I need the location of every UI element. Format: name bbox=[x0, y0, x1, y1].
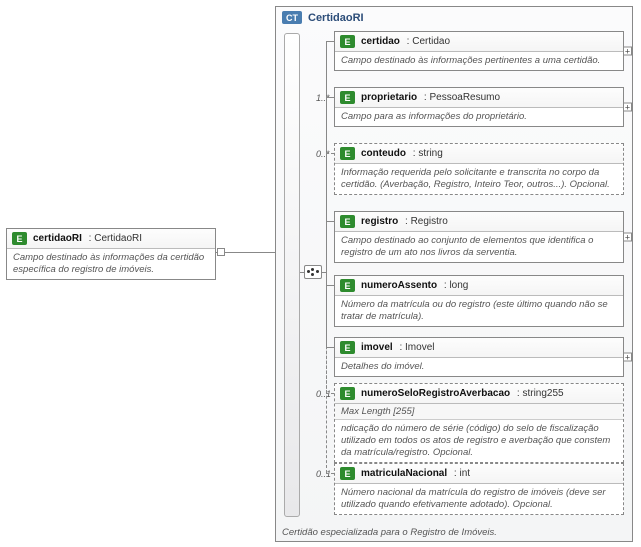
element-name: matriculaNacional bbox=[361, 468, 447, 479]
child-element: EmatriculaNacional : int Número nacional … bbox=[334, 463, 624, 515]
complex-type-box: CT CertidaoRI Ecertidao : Certidao Campo … bbox=[275, 6, 633, 542]
element-name: numeroAssento bbox=[361, 280, 437, 291]
multiplicity-label: 0..1 bbox=[316, 389, 331, 399]
child-element: EnumeroAssento : long Número da matrícula… bbox=[334, 275, 624, 327]
expand-icon[interactable]: + bbox=[623, 232, 632, 241]
expand-icon[interactable]: + bbox=[623, 46, 632, 55]
element-type: : int bbox=[451, 468, 470, 479]
element-type: : Registro bbox=[402, 216, 448, 227]
expand-icon[interactable] bbox=[217, 248, 225, 256]
element-name: registro bbox=[361, 216, 398, 227]
element-icon: E bbox=[340, 279, 355, 292]
element-desc: Detalhes do imóvel. bbox=[335, 358, 623, 376]
element-icon: E bbox=[12, 232, 27, 245]
root-type: : CertidaoRI bbox=[86, 233, 142, 244]
root-element: E certidaoRI : CertidaoRI Campo destinad… bbox=[6, 228, 216, 280]
element-type: : Certidao bbox=[404, 36, 450, 47]
element-name: conteudo bbox=[361, 148, 406, 159]
element-name: proprietario bbox=[361, 92, 417, 103]
element-name: certidao bbox=[361, 36, 400, 47]
element-name: imovel bbox=[361, 342, 393, 353]
constraint-row: Max Length [255] bbox=[335, 404, 623, 420]
multiplicity-label: 0..* bbox=[316, 149, 330, 159]
child-element: Eimovel : ImovelDetalhes do imóvel.+ bbox=[334, 337, 624, 377]
element-desc: Informação requerida pelo solicitante e … bbox=[335, 164, 623, 194]
element-icon: E bbox=[340, 387, 355, 400]
element-type: : string255 bbox=[514, 388, 563, 399]
complex-type-footer: Certidão especializada para o Registro d… bbox=[282, 527, 626, 538]
element-icon: E bbox=[340, 341, 355, 354]
root-name: certidaoRI bbox=[33, 233, 82, 244]
element-desc: Número da matrícula ou do registro (este… bbox=[335, 296, 623, 326]
root-desc: Campo destinado às informações da certid… bbox=[7, 249, 215, 279]
element-type: : long bbox=[441, 280, 468, 291]
child-element: Eproprietario : PessoaResumo Campo para a… bbox=[334, 87, 624, 127]
element-type: : string bbox=[410, 148, 443, 159]
sequence-bar bbox=[284, 33, 300, 517]
element-desc: Campo destinado às informações pertinent… bbox=[335, 52, 623, 70]
element-type: : PessoaResumo bbox=[421, 92, 500, 103]
child-element: Ecertidao : Certidao Campo destinado às i… bbox=[334, 31, 624, 71]
element-icon: E bbox=[340, 467, 355, 480]
element-name: numeroSeloRegistroAverbacao bbox=[361, 388, 510, 399]
expand-icon[interactable]: + bbox=[623, 102, 632, 111]
child-element: Eregistro : Registro Campo destinado ao c… bbox=[334, 211, 624, 263]
child-element: Econteudo : string Informação requerida p… bbox=[334, 143, 624, 195]
child-element: EnumeroSeloRegistroAverbacao : string255… bbox=[334, 383, 624, 463]
element-type: : Imovel bbox=[397, 342, 435, 353]
element-desc: ndicação do número de série (código) do … bbox=[335, 420, 623, 462]
multiplicity-label: 0..1 bbox=[316, 469, 331, 479]
expand-icon[interactable]: + bbox=[623, 352, 632, 361]
complex-type-icon: CT bbox=[282, 11, 302, 24]
element-desc: Número nacional da matrícula do registro… bbox=[335, 484, 623, 514]
element-icon: E bbox=[340, 91, 355, 104]
element-desc: Campo para as informações do proprietári… bbox=[335, 108, 623, 126]
element-icon: E bbox=[340, 35, 355, 48]
element-desc: Campo destinado ao conjunto de elementos… bbox=[335, 232, 623, 262]
multiplicity-label: 1..* bbox=[316, 93, 330, 103]
element-icon: E bbox=[340, 215, 355, 228]
sequence-icon[interactable] bbox=[304, 265, 322, 279]
complex-type-title: CertidaoRI bbox=[308, 12, 364, 24]
connector bbox=[300, 272, 304, 273]
element-icon: E bbox=[340, 147, 355, 160]
